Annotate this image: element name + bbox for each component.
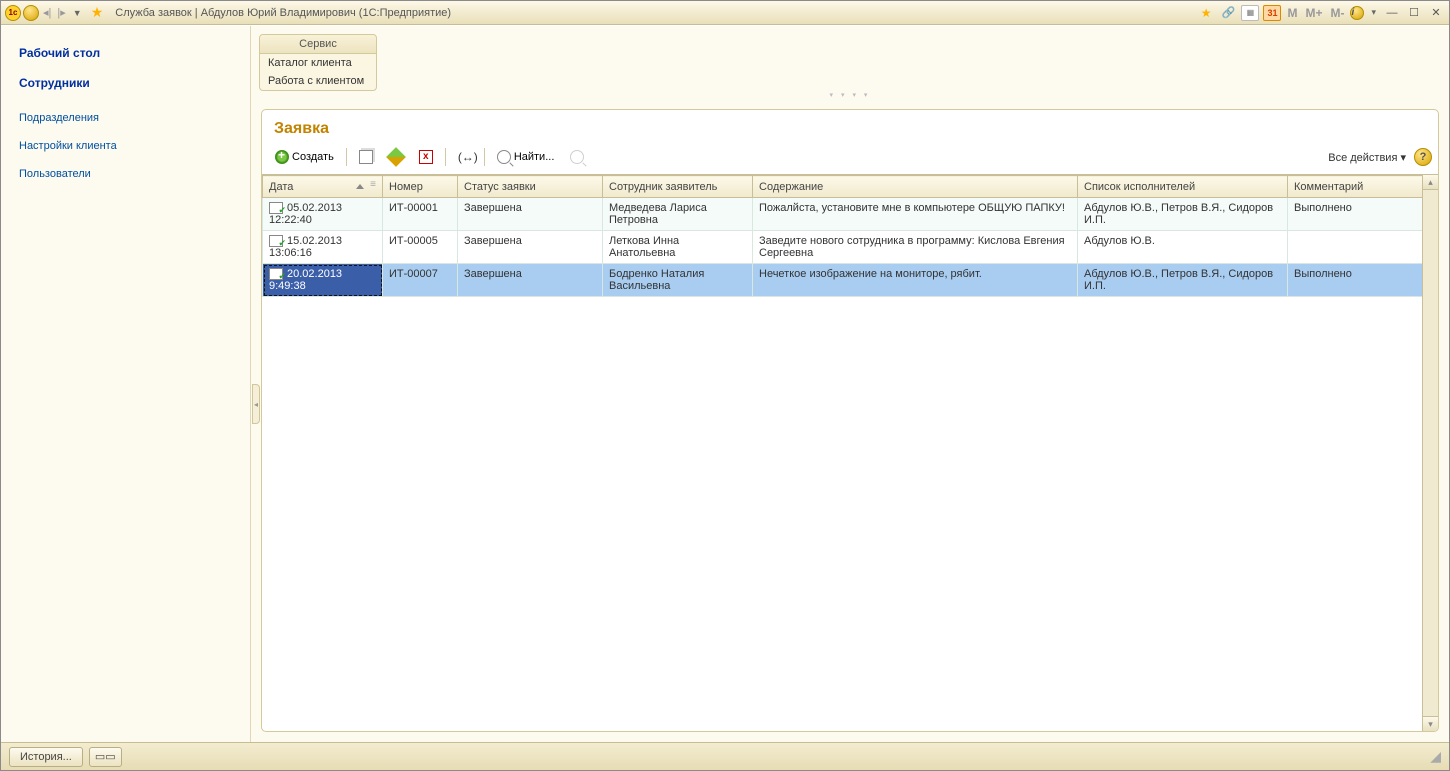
delete-icon: x [419,150,433,164]
doc-done-icon [269,202,283,214]
sidebar-splitter[interactable] [252,384,260,424]
separator [346,148,347,166]
all-actions-button[interactable]: Все действия ▾ [1324,151,1410,164]
vertical-scrollbar[interactable]: ▴ ▾ [1422,175,1438,731]
copy-icon [359,150,373,164]
help-button[interactable]: ? [1414,148,1432,166]
create-button[interactable]: Создать [268,146,341,168]
copy-button[interactable] [352,146,380,168]
cell-emp: Медведева Лариса Петровна [603,198,753,231]
refresh-icon: (↔) [458,150,472,164]
app-1c-icon[interactable]: 1c [5,5,21,21]
info-icon[interactable]: i [1350,6,1364,20]
cell-comment [1288,231,1438,264]
scroll-up-icon[interactable]: ▴ [1423,175,1438,190]
panel-grip-icon[interactable]: ▾ ▾ ▾ ▾ [259,91,1441,99]
cell-num: ИТ-00001 [383,198,458,231]
delete-button[interactable]: x [412,146,440,168]
history-label: История... [20,751,72,763]
pencil-icon [386,147,406,167]
cell-date: 15.02.2013 13:06:16 [263,231,383,264]
cell-status: Завершена [458,231,603,264]
create-label: Создать [292,151,334,163]
edit-button[interactable] [382,146,410,168]
memory-mminus-button[interactable]: M- [1328,6,1346,20]
service-panel: Сервис Каталог клиента Работа с клиентом [259,34,377,91]
cell-num: ИТ-00005 [383,231,458,264]
memory-mplus-button[interactable]: M+ [1303,6,1324,20]
search-clear-icon [570,150,584,164]
calendar-icon[interactable]: 31 [1263,5,1281,21]
history-button[interactable]: История... [9,747,83,767]
col-status[interactable]: Статус заявки [458,176,603,198]
cell-emp: Леткова Инна Анатольевна [603,231,753,264]
cell-exec: Абдулов Ю.В., Петров В.Я., Сидоров И.П. [1078,264,1288,297]
cell-emp: Бодренко Наталия Васильевна [603,264,753,297]
table-row[interactable]: 05.02.2013 12:22:40 ИТ-00001 Завершена М… [263,198,1438,231]
cell-date: 20.02.2013 9:49:38 [263,264,383,297]
cell-status: Завершена [458,198,603,231]
cell-content: Нечеткое изображение на мониторе, рябит. [753,264,1078,297]
fav-add-icon[interactable]: ★ [1197,6,1216,20]
table-row-selected[interactable]: 20.02.2013 9:49:38 ИТ-00007 Завершена Бо… [263,264,1438,297]
link-icon[interactable]: 🔗 [1219,5,1237,21]
statusbar: История... ▭▭ ◢ [1,742,1449,770]
separator [484,148,485,166]
cell-exec: Абдулов Ю.В., Петров В.Я., Сидоров И.П. [1078,198,1288,231]
col-content[interactable]: Содержание [753,176,1078,198]
col-executors[interactable]: Список исполнителей [1078,176,1288,198]
sidebar-item-departments[interactable]: Подразделения [19,108,232,136]
toolbar: Создать x (↔) Найти... Все действия ▾ ? [262,146,1438,174]
service-panel-header: Сервис [260,35,376,54]
window-title: Служба заявок | Абдулов Юрий Владимирови… [115,7,451,19]
col-date[interactable]: Дата [263,176,383,198]
windows-button[interactable]: ▭▭ [89,747,122,767]
col-employee[interactable]: Сотрудник заявитель [603,176,753,198]
doc-done-icon [269,235,283,247]
sidebar-item-users[interactable]: Пользователи [19,164,232,192]
cell-comment: Выполнено [1288,264,1438,297]
sidebar-item-desktop[interactable]: Рабочий стол [19,42,232,72]
cell-status: Завершена [458,264,603,297]
cell-exec: Абдулов Ю.В. [1078,231,1288,264]
main-menu-icon[interactable] [23,5,39,21]
service-item-catalog[interactable]: Каталог клиента [260,54,376,72]
memory-m-button[interactable]: M [1285,6,1299,20]
table-row[interactable]: 15.02.2013 13:06:16 ИТ-00005 Завершена Л… [263,231,1438,264]
cell-comment: Выполнено [1288,198,1438,231]
all-actions-label: Все действия [1328,152,1397,164]
col-comment[interactable]: Комментарий [1288,176,1438,198]
data-grid: Дата Номер Статус заявки Сотрудник заяви… [262,174,1438,731]
calculator-icon[interactable]: ▦ [1241,5,1259,21]
sidebar-item-employees[interactable]: Сотрудники [19,72,232,102]
find-label: Найти... [514,151,555,163]
clear-find-button[interactable] [563,146,591,168]
minimize-button[interactable]: — [1383,5,1401,21]
resize-grip-icon[interactable]: ◢ [1430,748,1441,765]
titlebar: 1c ◂| |▸ ▼ ★ Служба заявок | Абдулов Юри… [1,1,1449,25]
cell-content: Пожалйста, установите мне в компьютере О… [753,198,1078,231]
maximize-button[interactable]: ☐ [1405,5,1423,21]
sidebar: Рабочий стол Сотрудники Подразделения На… [1,26,251,742]
cell-date: 05.02.2013 12:22:40 [263,198,383,231]
scroll-down-icon[interactable]: ▾ [1423,716,1438,731]
plus-icon [275,150,289,164]
service-item-work[interactable]: Работа с клиентом [260,72,376,90]
page-title: Заявка [262,120,1438,146]
refresh-button[interactable]: (↔) [451,146,479,168]
close-button[interactable]: ✕ [1427,5,1445,21]
find-button[interactable]: Найти... [490,146,562,168]
favorite-star-icon[interactable]: ★ [87,4,108,21]
col-number[interactable]: Номер [383,176,458,198]
info-dropdown-icon[interactable]: ▾ [1368,7,1379,18]
search-icon [497,150,511,164]
nav-dropdown-icon[interactable]: ▼ [70,8,85,18]
nav-forward-icon[interactable]: |▸ [55,6,67,19]
separator [445,148,446,166]
cell-num: ИТ-00007 [383,264,458,297]
cell-content: Заведите нового сотрудника в программу: … [753,231,1078,264]
doc-done-icon [269,268,283,280]
sidebar-item-client-settings[interactable]: Настройки клиента [19,136,232,164]
nav-back-icon[interactable]: ◂| [41,6,53,19]
